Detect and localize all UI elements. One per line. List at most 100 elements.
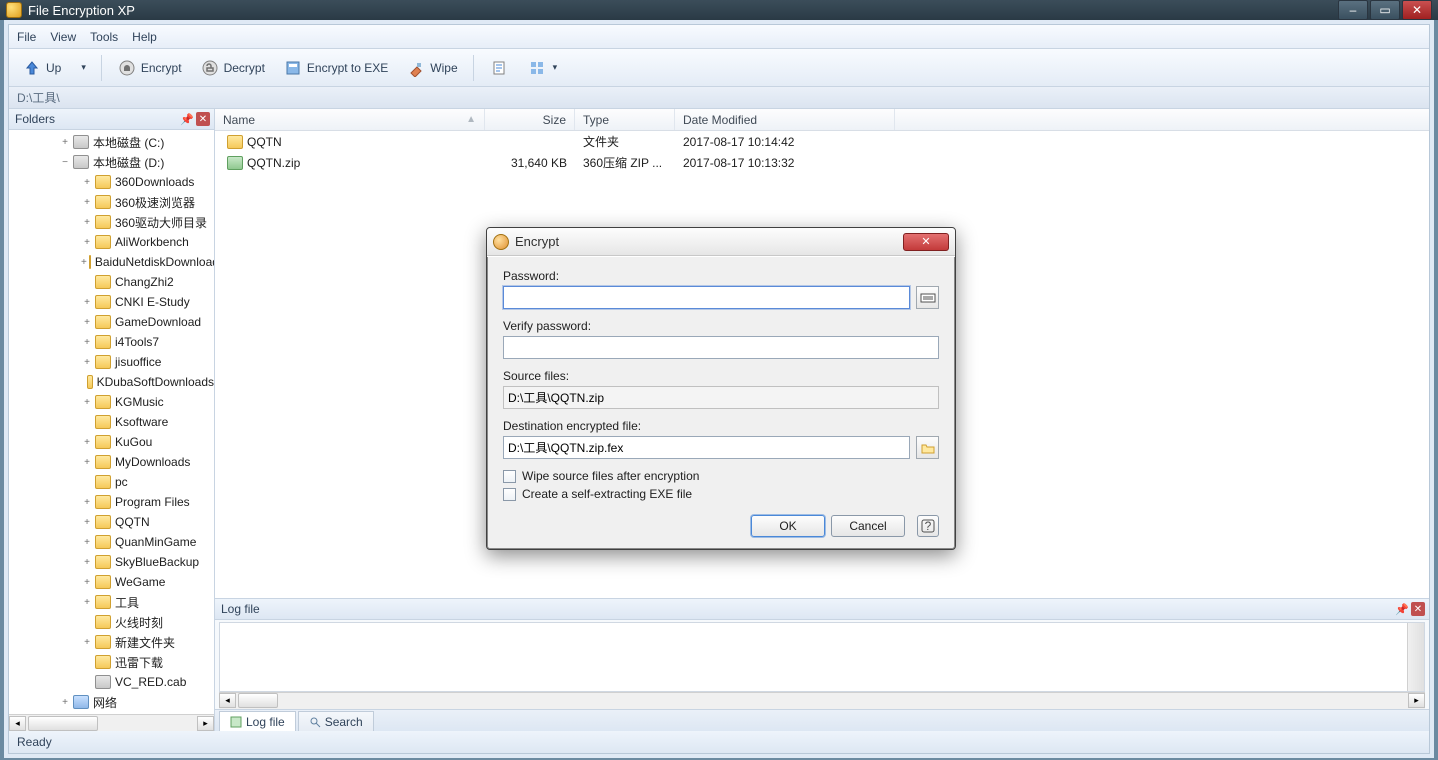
tree-item[interactable]: +AliWorkbench <box>9 232 214 252</box>
wipe-button[interactable]: Wipe <box>399 53 464 83</box>
tree-item[interactable]: +本地磁盘 (C:) <box>9 132 214 152</box>
maximize-button[interactable]: ▭ <box>1370 0 1400 20</box>
view-button[interactable]: ▾ <box>520 53 565 83</box>
expand-icon[interactable]: + <box>81 177 93 188</box>
expand-icon[interactable]: + <box>81 517 93 528</box>
expand-icon[interactable]: + <box>81 337 93 348</box>
decrypt-button[interactable]: Decrypt <box>193 53 272 83</box>
encrypt-button[interactable]: Encrypt <box>110 53 189 83</box>
expand-icon[interactable]: + <box>81 217 93 228</box>
wipe-checkbox[interactable] <box>503 470 516 483</box>
tree-item[interactable]: +KuGou <box>9 432 214 452</box>
tree-item[interactable]: +GameDownload <box>9 312 214 332</box>
expand-icon[interactable]: + <box>81 257 87 268</box>
scroll-right-button[interactable]: ▸ <box>1408 693 1425 708</box>
expand-icon[interactable]: + <box>81 237 93 248</box>
close-log-button[interactable]: ✕ <box>1411 602 1425 616</box>
tree-item[interactable]: +WeGame <box>9 572 214 592</box>
expand-icon[interactable]: + <box>81 437 93 448</box>
close-panel-button[interactable]: ✕ <box>196 112 210 126</box>
folder-tree[interactable]: +本地磁盘 (C:)−本地磁盘 (D:)+360Downloads+360极速浏… <box>9 130 214 714</box>
encrypt-exe-button[interactable]: Encrypt to EXE <box>276 53 395 83</box>
cancel-button[interactable]: Cancel <box>831 515 905 537</box>
file-row[interactable]: QQTN.zip31,640 KB360压缩 ZIP ...2017-08-17… <box>215 152 1429 173</box>
exe-checkbox-row[interactable]: Create a self-extracting EXE file <box>503 487 939 501</box>
expand-icon[interactable]: + <box>81 197 93 208</box>
tree-item[interactable]: +网络 <box>9 692 214 712</box>
tree-item[interactable]: 火线时刻 <box>9 612 214 632</box>
titlebar[interactable]: File Encryption XP – ▭ ✕ <box>0 0 1438 20</box>
tree-item[interactable]: VC_RED.cab <box>9 672 214 692</box>
tree-item[interactable]: +QQTN <box>9 512 214 532</box>
scroll-thumb[interactable] <box>238 693 278 708</box>
expand-icon[interactable]: + <box>81 557 93 568</box>
up-dropdown[interactable]: ▾ <box>72 57 93 78</box>
expand-icon[interactable]: + <box>81 497 93 508</box>
tree-item[interactable]: Ksoftware <box>9 412 214 432</box>
tree-item[interactable]: +新建文件夹 <box>9 632 214 652</box>
tree-item[interactable]: +KGMusic <box>9 392 214 412</box>
browse-button[interactable] <box>916 436 939 459</box>
expand-icon[interactable]: + <box>81 317 93 328</box>
help-button[interactable]: ? <box>917 515 939 537</box>
tab-search[interactable]: Search <box>298 711 374 731</box>
pin-icon[interactable]: 📌 <box>180 113 194 126</box>
menu-view[interactable]: View <box>50 30 76 44</box>
tree-item[interactable]: +i4Tools7 <box>9 332 214 352</box>
expand-icon[interactable]: + <box>81 537 93 548</box>
col-date[interactable]: Date Modified <box>675 109 895 130</box>
expand-icon[interactable]: + <box>81 357 93 368</box>
verify-password-input[interactable] <box>503 336 939 359</box>
menu-file[interactable]: File <box>17 30 36 44</box>
col-type[interactable]: Type <box>575 109 675 130</box>
col-name[interactable]: Name▲ <box>215 109 485 130</box>
dialog-close-button[interactable]: ✕ <box>903 233 949 251</box>
menu-help[interactable]: Help <box>132 30 157 44</box>
tree-item[interactable]: +CNKI E-Study <box>9 292 214 312</box>
tab-log-file[interactable]: Log file <box>219 711 296 731</box>
menu-tools[interactable]: Tools <box>90 30 118 44</box>
col-size[interactable]: Size <box>485 109 575 130</box>
ok-button[interactable]: OK <box>751 515 825 537</box>
tree-item[interactable]: +工具 <box>9 592 214 612</box>
dialog-titlebar[interactable]: Encrypt ✕ <box>487 228 955 256</box>
expand-icon[interactable]: − <box>59 157 71 168</box>
scroll-left-button[interactable]: ◂ <box>219 693 236 708</box>
tree-item[interactable]: +Program Files <box>9 492 214 512</box>
expand-icon[interactable]: + <box>59 137 71 148</box>
minimize-button[interactable]: – <box>1338 0 1368 20</box>
tree-item[interactable]: −本地磁盘 (D:) <box>9 152 214 172</box>
tree-item[interactable]: KDubaSoftDownloads <box>9 372 214 392</box>
scroll-right-button[interactable]: ▸ <box>197 716 214 731</box>
log-hscroll[interactable]: ◂ ▸ <box>219 692 1425 709</box>
password-input[interactable] <box>503 286 910 309</box>
pin-icon[interactable]: 📌 <box>1395 603 1409 616</box>
scroll-left-button[interactable]: ◂ <box>9 716 26 731</box>
expand-icon[interactable]: + <box>81 597 93 608</box>
tree-item[interactable]: +MyDownloads <box>9 452 214 472</box>
log-vscroll[interactable] <box>1407 623 1424 691</box>
tree-item[interactable]: +360Downloads <box>9 172 214 192</box>
tree-item[interactable]: +360驱动大师目录 <box>9 212 214 232</box>
expand-icon[interactable]: + <box>81 637 93 648</box>
expand-icon[interactable]: + <box>81 577 93 588</box>
scroll-thumb[interactable] <box>28 716 98 731</box>
tree-item[interactable]: ChangZhi2 <box>9 272 214 292</box>
file-row[interactable]: QQTN文件夹2017-08-17 10:14:42 <box>215 131 1429 152</box>
tree-item[interactable]: +QuanMinGame <box>9 532 214 552</box>
tree-item[interactable]: pc <box>9 472 214 492</box>
wipe-checkbox-row[interactable]: Wipe source files after encryption <box>503 469 939 483</box>
close-button[interactable]: ✕ <box>1402 0 1432 20</box>
tree-item[interactable]: 迅雷下载 <box>9 652 214 672</box>
tree-item[interactable]: +BaiduNetdiskDownload <box>9 252 214 272</box>
expand-icon[interactable]: + <box>59 697 71 708</box>
tree-item[interactable]: +360极速浏览器 <box>9 192 214 212</box>
up-button[interactable]: Up <box>15 53 68 83</box>
sidebar-scrollbar[interactable]: ◂ ▸ <box>9 714 214 731</box>
exe-checkbox[interactable] <box>503 488 516 501</box>
keyboard-button[interactable] <box>916 286 939 309</box>
tool1-button[interactable] <box>482 53 516 83</box>
tree-item[interactable]: +jisuoffice <box>9 352 214 372</box>
expand-icon[interactable]: + <box>81 297 93 308</box>
tree-item[interactable]: +SkyBlueBackup <box>9 552 214 572</box>
